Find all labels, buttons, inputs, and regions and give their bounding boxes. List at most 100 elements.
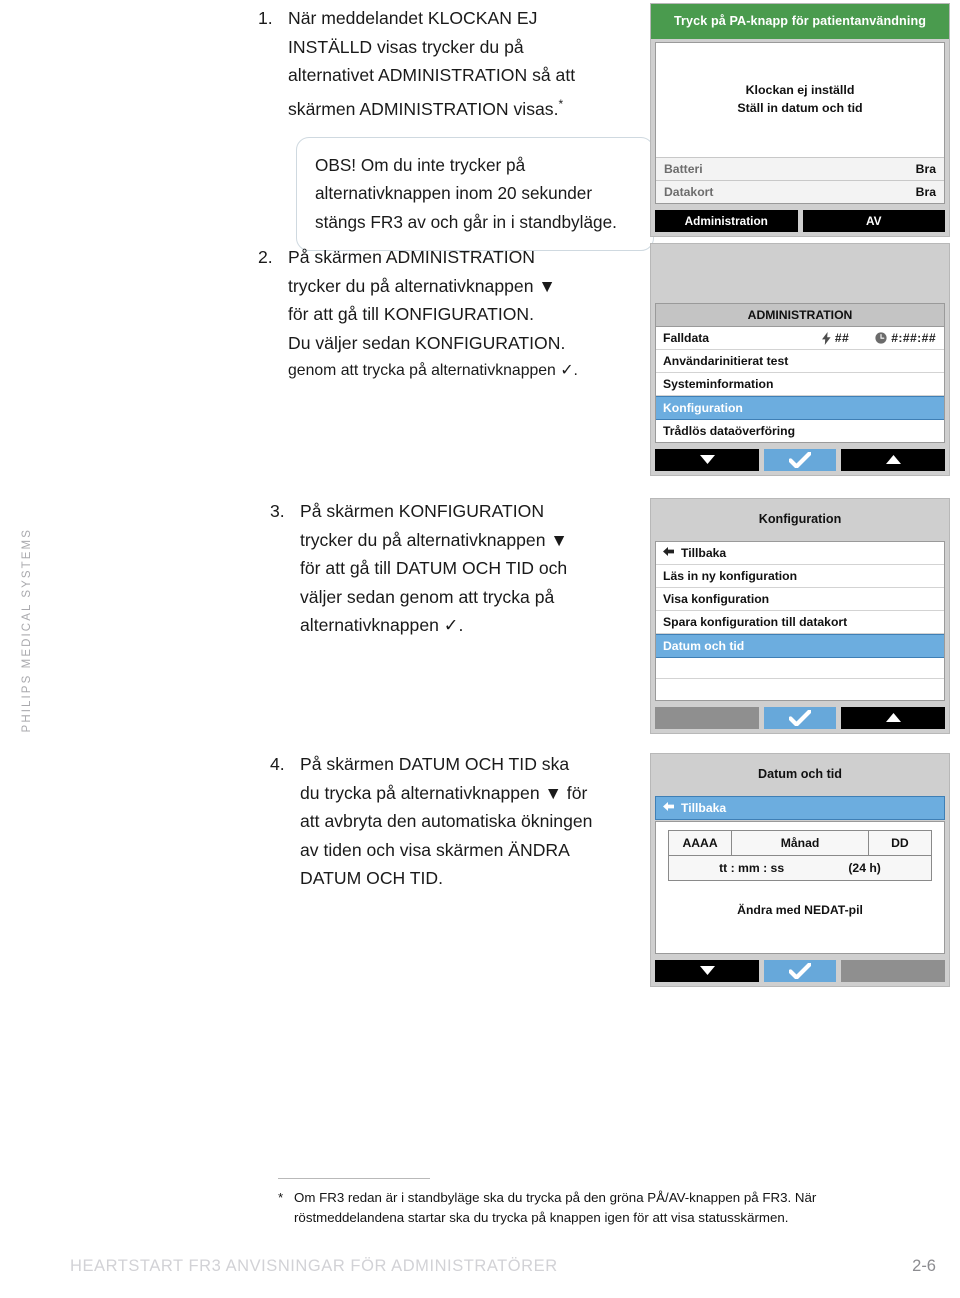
konfiguration-softkeys [651,704,949,733]
menu-item-user-test-label: Användarinitierat test [663,354,789,368]
footnote-block: * Om FR3 redan är i standbyläge ska du t… [278,1178,928,1227]
device-screen-datum-och-tid: Datum och tid Tillbaka AAAA Månad DD tt … [650,753,950,987]
note-line-3: stängs FR3 av och går in i standbyläge. [315,211,617,232]
softkey-confirm[interactable] [764,960,836,982]
step-4: 4. På skärmen DATUM OCH TID ska du tryck… [270,750,650,893]
footer-title: HEARTSTART FR3 ANVISNINGAR FÖR ADMINISTR… [70,1257,558,1275]
day-field[interactable]: DD [867,830,933,856]
brand-vertical-text: PHILIPS MEDICAL SYSTEMS [16,500,38,760]
falldata-elapsed-time: #:##:## [891,331,936,345]
menu-item-wireless-transfer-label: Trådlös dataöverföring [663,424,796,438]
menu-item-wireless-transfer[interactable]: Trådlös dataöverföring [656,420,944,442]
menu-item-empty-1 [656,658,944,679]
month-field[interactable]: Månad [731,830,869,856]
date-row: AAAA Månad DD [667,830,933,856]
softkey-administration[interactable]: Administration [655,210,798,232]
note-line-1: OBS! Om du inte trycker på [315,154,526,175]
datum-softkeys [651,957,949,986]
up-arrow-icon [885,453,901,467]
step-2: 2. På skärmen ADMINISTRATION trycker du … [258,243,638,386]
menu-item-view-config[interactable]: Visa konfiguration [656,588,944,611]
step-1: 1. När meddelandet KLOCKAN EJ INSTÄLLD v… [258,4,654,252]
menu-item-load-config-label: Läs in ny konfiguration [663,569,798,583]
menu-item-date-time[interactable]: Datum och tid [656,634,944,658]
down-arrow-icon [699,453,715,467]
up-arrow-icon [885,711,901,725]
datum-screen-title: Datum och tid [758,767,842,781]
step-3: 3. På skärmen KONFIGURATION trycker du p… [270,497,650,640]
softkey-up-arrow-disabled [841,960,945,982]
footnote-line-1: Om FR3 redan är i standbyläge ska du try… [294,1190,817,1205]
footnote-text: * Om FR3 redan är i standbyläge ska du t… [278,1188,928,1227]
menu-item-falldata[interactable]: Falldata ## #:##:## [656,327,944,350]
status-row-datacard: Datakort Bra [656,180,944,203]
step-1-line-4-text: skärmen ADMINISTRATION visas. [288,98,559,119]
softkey-down-arrow[interactable] [655,449,759,471]
status-screen-header: Tryck på PA-knapp för patientanvändning [651,4,949,39]
step-1-line-4: skärmen ADMINISTRATION visas.* [288,90,654,123]
device-screen-konfiguration: Konfiguration Tillbaka Läs in ny konfigu… [650,498,950,734]
footnote-divider [278,1178,430,1179]
footnote-body: Om FR3 redan är i standbyläge ska du try… [294,1188,816,1227]
time-cell: tt : mm : ss (24 h) [668,855,932,881]
menu-item-save-config[interactable]: Spara konfiguration till datakort [656,611,944,634]
softkey-up-arrow[interactable] [841,449,945,471]
brand-label: PHILIPS MEDICAL SYSTEMS [21,527,33,733]
softkey-down-arrow[interactable] [655,960,759,982]
softkey-confirm[interactable] [764,707,836,729]
falldata-shock-count: ## [834,331,850,345]
step-4-line-2: du trycka på alternativknappen ▼ för [300,782,588,803]
softkey-down-arrow-disabled [655,707,759,729]
device-screen-administration: ADMINISTRATION Falldata ## #:##:## Använ… [650,243,950,476]
back-arrow-icon [663,802,674,814]
falldata-metrics: ## #:##:## [821,331,936,345]
softkey-up-arrow[interactable] [841,707,945,729]
page-footer: HEARTSTART FR3 ANVISNINGAR FÖR ADMINISTR… [70,1257,936,1276]
status-screen-body: Klockan ej inställd Ställ in datum och t… [655,42,945,204]
administration-softkeys [651,446,949,475]
step-4-line-1: På skärmen DATUM OCH TID ska [300,754,570,774]
clock-icon [875,332,887,344]
datum-fields-panel: AAAA Månad DD tt : mm : ss (24 h) Ändra … [655,821,945,954]
step-3-body: På skärmen KONFIGURATION trycker du på a… [300,497,650,640]
menu-item-back[interactable]: Tillbaka [656,542,944,565]
menu-item-user-test[interactable]: Användarinitierat test [656,350,944,373]
menu-item-load-config[interactable]: Läs in ny konfiguration [656,565,944,588]
note-line-2: alternativknappen inom 20 sekunder [315,183,593,204]
battery-value: Bra [915,162,936,176]
datum-back-label: Tillbaka [681,801,727,815]
step-4-number: 4. [270,754,285,774]
datum-back-item[interactable]: Tillbaka [655,796,945,820]
menu-item-date-time-label: Datum och tid [663,639,745,653]
back-arrow-icon [663,547,674,559]
down-arrow-icon [699,964,715,978]
battery-label: Batteri [664,162,703,176]
administration-menu-title: ADMINISTRATION [656,304,944,327]
step-1-line-2: INSTÄLLD visas trycker du på [288,36,524,57]
datacard-label: Datakort [664,185,714,199]
step-3-line-3: för att gå till DATUM OCH TID och [300,558,568,578]
status-message-line-1: Klockan ej inställd [745,83,855,97]
footnote-marker: * [558,96,564,111]
menu-item-falldata-label: Falldata [663,331,710,345]
menu-item-view-config-label: Visa konfiguration [663,592,770,606]
note-callout: OBS! Om du inte trycker på alternativkna… [296,136,654,252]
softkey-off[interactable]: AV [802,210,945,232]
step-2-line-2: trycker du på alternativknappen ▼ [288,275,556,296]
checkmark-icon [789,963,811,979]
footnote-line-2: röstmeddelandena startar ska du trycka p… [294,1209,789,1225]
hour-format-label: (24 h) [848,861,881,875]
softkey-confirm[interactable] [764,449,836,471]
menu-item-konfiguration-label: Konfiguration [663,401,743,415]
konfiguration-menu: Tillbaka Läs in ny konfiguration Visa ko… [655,541,945,701]
year-field[interactable]: AAAA [667,830,733,856]
step-1-number: 1. [258,8,273,28]
step-2-line-3: för att gå till KONFIGURATION. [288,304,535,324]
time-field[interactable]: tt : mm : ss [719,861,784,875]
menu-item-empty-2 [656,679,944,700]
time-row: tt : mm : ss (24 h) [668,855,932,881]
checkmark-icon [789,452,811,468]
menu-item-system-info[interactable]: Systeminformation [656,373,944,396]
time-cell-inner: tt : mm : ss (24 h) [671,861,929,875]
menu-item-konfiguration[interactable]: Konfiguration [656,396,944,420]
